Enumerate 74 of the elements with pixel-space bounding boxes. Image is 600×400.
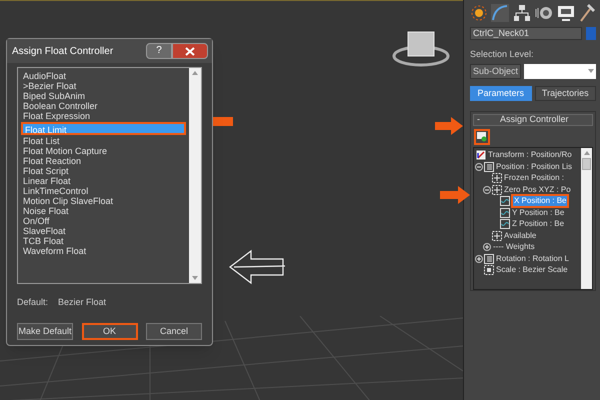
dialog-button[interactable]: Cancel bbox=[146, 322, 202, 340]
expand-toggle-icon[interactable] bbox=[483, 243, 491, 252]
curve-icon bbox=[500, 196, 510, 206]
monitor-icon[interactable] bbox=[556, 3, 576, 23]
list-item[interactable]: Noise Float bbox=[21, 206, 186, 216]
object-name-field[interactable]: CtrlC_Neck01 bbox=[470, 27, 582, 40]
list-item[interactable]: Float Motion Capture bbox=[21, 146, 186, 156]
list-item[interactable]: Boolean Controller bbox=[21, 101, 186, 111]
collapse-sign: - bbox=[477, 112, 481, 126]
tree-item[interactable]: Y Position : Be bbox=[511, 208, 566, 218]
window-title: Assign Float Controller bbox=[12, 44, 114, 58]
sub-object-button[interactable]: Sub-Object bbox=[470, 64, 522, 78]
list-icon bbox=[484, 162, 494, 172]
list-item[interactable]: Float Expression bbox=[21, 111, 186, 121]
tree-item[interactable]: ---- Weights bbox=[492, 242, 536, 252]
list-item[interactable]: Float Script bbox=[21, 166, 186, 176]
tree-item[interactable]: Position : Position Lis bbox=[495, 162, 574, 172]
panel-tab[interactable]: Trajectories bbox=[534, 86, 596, 100]
collapse-toggle-icon[interactable] bbox=[483, 186, 491, 194]
assign-controller-button[interactable] bbox=[474, 128, 490, 144]
annotation-arrow-icon bbox=[435, 117, 463, 135]
xyz-icon bbox=[492, 173, 502, 184]
close-button[interactable] bbox=[172, 43, 208, 59]
expand-toggle-icon[interactable] bbox=[475, 254, 483, 263]
close-icon bbox=[185, 46, 195, 56]
scrollbar[interactable] bbox=[581, 148, 592, 288]
list-item[interactable]: Float List bbox=[21, 136, 186, 146]
list-item[interactable]: Float Reaction bbox=[21, 156, 186, 166]
tree-item[interactable]: Z Position : Be bbox=[511, 219, 566, 230]
scale-icon bbox=[484, 265, 494, 276]
rollout-title: Assign Controller bbox=[500, 112, 569, 126]
tree-item[interactable]: Zero Pos XYZ : Po bbox=[503, 184, 572, 195]
hammer-icon[interactable] bbox=[578, 3, 596, 23]
sun-icon[interactable] bbox=[470, 4, 488, 22]
list-item[interactable]: Motion Clip SlaveFloat bbox=[21, 196, 186, 206]
scroll-thumb[interactable] bbox=[582, 158, 591, 170]
default-label: Default: bbox=[17, 296, 48, 309]
curve-icon bbox=[500, 208, 510, 218]
tree-item[interactable]: Scale : Bezier Scale bbox=[495, 265, 569, 276]
tree-item[interactable]: Frozen Position : bbox=[503, 173, 566, 184]
tree-item[interactable]: Transform : Position/Ro bbox=[487, 150, 573, 160]
list-item[interactable]: SlaveFloat bbox=[21, 226, 186, 236]
annotation-arrow-icon bbox=[440, 186, 470, 204]
dialog-button[interactable]: OK bbox=[82, 322, 138, 340]
xyz-icon bbox=[492, 230, 502, 241]
xyz-icon bbox=[492, 184, 502, 195]
curve-icon bbox=[500, 219, 510, 230]
hierarchy-icon[interactable] bbox=[512, 3, 532, 23]
transform-icon bbox=[476, 150, 486, 160]
selection-level-dropdown[interactable] bbox=[524, 64, 596, 78]
tree-item[interactable]: Rotation : Rotation L bbox=[495, 254, 570, 264]
view-cube-drawing bbox=[392, 29, 450, 69]
list-item[interactable]: Biped SubAnim bbox=[21, 91, 186, 101]
panel-tab[interactable]: Parameters bbox=[470, 86, 532, 100]
list-icon bbox=[484, 254, 494, 264]
tree-item[interactable]: X Position : Be bbox=[511, 194, 570, 208]
list-item[interactable]: TCB Float bbox=[21, 236, 186, 246]
object-color-swatch[interactable] bbox=[586, 27, 596, 40]
list-item[interactable]: >Bezier Float bbox=[21, 81, 186, 91]
list-item[interactable]: Linear Float bbox=[21, 176, 186, 186]
default-value: Bezier Float bbox=[58, 296, 106, 309]
list-item[interactable]: On/Off bbox=[21, 216, 186, 226]
help-button[interactable]: ? bbox=[146, 43, 172, 59]
collapse-toggle-icon[interactable] bbox=[475, 162, 483, 171]
curve-icon[interactable] bbox=[490, 3, 510, 23]
rollout-header[interactable]: - Assign Controller bbox=[473, 114, 593, 126]
list-item[interactable]: Waveform Float bbox=[21, 246, 186, 256]
selection-level-label: Selection Level: bbox=[470, 48, 535, 61]
list-item[interactable]: LinkTimeControl bbox=[21, 186, 186, 196]
list-item[interactable]: AudioFloat bbox=[21, 71, 186, 81]
cursor-arrow-icon bbox=[229, 249, 287, 285]
tree-item[interactable]: Available bbox=[503, 230, 538, 241]
caret-icon bbox=[588, 69, 594, 73]
dialog-button[interactable]: Make Default bbox=[17, 322, 73, 340]
